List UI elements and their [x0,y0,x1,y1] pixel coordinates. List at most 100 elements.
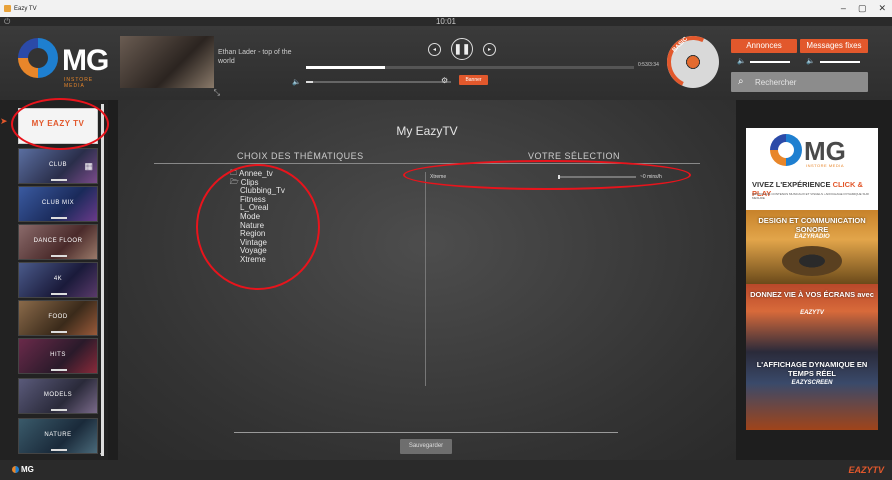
ad-panel-eazyradio: DESIGN ET COMMUNICATION SONORE EAZYRADIO [746,210,878,284]
track-progress-bar[interactable] [306,66,634,69]
search-box: ⌕ [731,72,868,92]
tree-item[interactable]: Xtreme [230,255,285,265]
mg-logo-mark [18,38,58,78]
turntable-graphic [782,246,842,276]
mg-logo: MG INSTORE MEDIA [18,38,112,89]
header: MG INSTORE MEDIA ⤡ Ethan Lader - top of … [0,26,892,100]
sidebar-item-label: MY EAZY TV [31,119,85,128]
clock-bar: ⏻ 10:01 [0,17,892,26]
ad-logo-subtitle: INSTORE MEDIA [806,163,844,168]
themes-heading: CHOIX DES THÉMATIQUES [237,151,364,161]
maximize-button[interactable]: ▢ [858,3,867,14]
heading-divider [154,163,700,164]
selection-frequency-slider[interactable] [558,175,636,179]
sidebar-item-4k[interactable]: 4K [18,262,98,298]
pause-button[interactable]: ❚❚ [451,38,473,60]
annonces-button[interactable]: Annonces [731,39,797,53]
track-progress-fill [306,66,385,69]
annonces-volume-icon: 🔈 [737,58,746,65]
page-title: My EazyTV [396,124,458,138]
selection-frequency-value: ~0 mins/h [640,174,662,180]
next-button[interactable]: ▸ [483,42,496,56]
ad-panel-eazytv: DONNEZ VIE À VOS ÉCRANS avec EAZYTV [746,284,878,352]
logo-subtitle: INSTORE MEDIA [64,77,94,89]
sidebar-item-underline [51,409,67,411]
sidebar-item-label: FOOD [48,314,68,320]
search-icon: ⌕ [738,76,744,87]
sidebar-item-label: CLUB MIX [41,200,75,206]
sidebar-item-underline [51,217,67,219]
volume-slider[interactable] [306,81,451,83]
ad-tagline-sub: GESTION DE CONTENUS MUSICAUX ET VISUELS … [752,192,869,200]
sidebar-item-underline [51,369,67,371]
scroll-down-icon[interactable]: ▼ [99,452,104,458]
now-playing-thumbnail[interactable]: ⤡ [120,36,220,97]
ad-panel-brand: EAZYTV [800,310,824,316]
save-button[interactable]: Sauvegarder [400,439,452,454]
selection-name: Xtreme [430,174,447,180]
app-icon [4,5,11,12]
sidebar-item-dance-floor[interactable]: DANCE FLOOR [18,224,98,260]
clock: 10:01 [435,17,457,26]
search-input[interactable] [755,74,863,90]
selection-row: Xtreme ~0 mins/h [430,172,690,182]
sidebar-item-label: 4K [53,276,63,282]
sidebar-scrollbar[interactable] [101,104,104,456]
ad-panel-text: L'AFFICHAGE DYNAMIQUE EN TEMPS RÉEL [756,360,868,378]
previous-icon: ◂ [432,46,436,53]
sidebar-item-my-eazytv[interactable]: MY EAZY TV [18,108,98,144]
messages-volume-icon: 🔈 [806,58,815,65]
window-titlebar: Eazy TV – ▢ ✕ [0,0,892,17]
ad-panel-text: DONNEZ VIE À VOS ÉCRANS avec [750,290,874,299]
ad-tagline-text: VIVEZ L'EXPÉRIENCE [752,180,831,189]
slider-knob[interactable] [558,175,560,179]
vinyl-player[interactable]: BASIC [659,28,727,96]
ad-logo: MG INSTORE MEDIA [770,134,860,168]
volume-icon: 🔈 [292,79,301,86]
footer-logo-mark [12,466,19,473]
ad-logo-mark [770,134,802,166]
messages-volume-slider[interactable] [820,61,860,63]
sidebar-item-underline [51,293,67,295]
logo-text: MG [62,44,109,77]
footer-divider [234,432,618,433]
ad-panel-brand: EAZYSCREEN [791,380,833,386]
sidebar-item-label: MODELS [43,392,73,398]
equalizer-icon[interactable]: ⚙ [441,76,448,85]
sidebar-item-hits[interactable]: HITS [18,338,98,374]
footer-bar: MG EAZYTV [0,460,892,480]
footer-brand: EAZYTV [848,465,884,475]
pause-icon: ❚❚ [453,43,471,55]
sidebar-item-club-mix[interactable]: CLUB MIX [18,186,98,222]
close-button[interactable]: ✕ [878,3,886,14]
previous-button[interactable]: ◂ [428,42,441,56]
annonces-volume-slider[interactable] [750,61,790,63]
footer-logo-text: MG [21,465,34,474]
ad-panel-brand: EAZYRADIO [794,234,830,240]
pointer-arrow-icon: ➤ [0,116,8,126]
main-panel: My EazyTV CHOIX DES THÉMATIQUES VOTRE SÉ… [118,100,736,460]
messages-fixes-button[interactable]: Messages fixes [800,39,868,53]
theme-tree: 🗀 Annee_tv 🗁 Clips Clubbing_Tv Fitness L_O… [230,169,285,265]
selection-heading: VOTRE SÉLECTION [528,151,621,161]
vinyl-ring [659,28,727,96]
advertisement-panel[interactable]: MG INSTORE MEDIA VIVEZ L'EXPÉRIENCE CLIC… [746,128,878,430]
banner-button[interactable]: Banner [459,75,488,85]
sidebar-item-underline [51,449,67,451]
sidebar-item-label: HITS [50,352,66,358]
folder-open-icon: 🗁 [230,178,239,186]
column-divider [425,172,426,386]
player-controls: ◂ ❚❚ ▸ [428,38,496,60]
sidebar-item-underline [51,331,67,333]
expand-icon[interactable]: ⤡ [214,88,220,98]
sidebar-item-models[interactable]: MODELS [18,378,98,414]
footer-logo: MG [12,465,34,474]
sidebar-item-label: NATURE [44,432,72,438]
minimize-button[interactable]: – [841,3,846,14]
volume-fill [306,81,314,83]
next-icon: ▸ [487,46,491,53]
sidebar-item-nature[interactable]: NATURE [18,418,98,454]
sidebar-item-club[interactable]: CLUB ▦ [18,148,98,184]
sidebar-item-food[interactable]: FOOD [18,300,98,336]
folder-icon: 🗀 [230,170,237,177]
